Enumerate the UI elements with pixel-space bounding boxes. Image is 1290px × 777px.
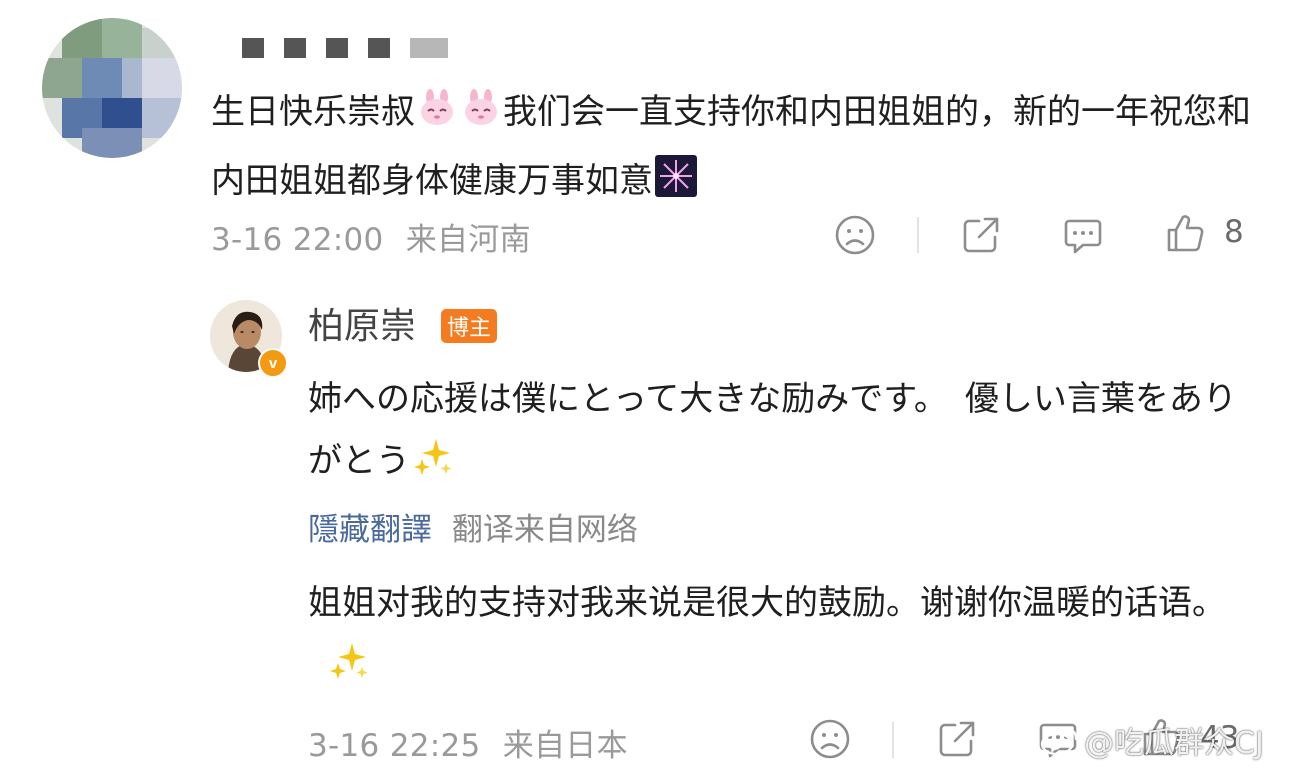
reply-text: 姉への応援は僕にとって大きな励みです。 優しい言葉をありがとう (308, 368, 1258, 497)
sparkles-icon (412, 435, 454, 497)
weibo-watermark: @吃瓜群众CJ (1040, 718, 1264, 762)
comment-timestamp: 3-16 22:00 (211, 222, 384, 258)
share-button[interactable] (958, 212, 1004, 258)
comment-icon (1064, 219, 1102, 254)
translation-bar: 隱藏翻譯 翻译来自网络 (308, 508, 638, 552)
like-button[interactable] (1162, 210, 1208, 256)
verified-badge-icon: v (258, 348, 288, 378)
translated-text-content: 姐姐对我的支持对我来说是很大的鼓励。谢谢你温暖的话语。 (308, 583, 1226, 623)
comment-text: 生日快乐崇叔 我们会一直支持你和内田姐姐的，新的一年祝您和内田姐姐都身体健康万事如… (211, 80, 1261, 218)
blogger-badge: 博主 (441, 309, 497, 343)
reply-location: 来自日本 (502, 728, 628, 764)
bunny-emoji (461, 85, 501, 149)
reply-meta: 3-16 22:25 来自日本 (308, 720, 628, 765)
weibo-logo-icon (1040, 728, 1078, 756)
translated-text: 姐姐对我的支持对我来说是很大的鼓励。谢谢你温暖的话语。 (308, 572, 1258, 701)
dislike-button[interactable] (832, 212, 878, 258)
reply-dislike-button[interactable] (807, 716, 853, 762)
hide-translation-link[interactable]: 隱藏翻譯 (308, 512, 432, 548)
share-icon (939, 721, 975, 757)
thumbs-up-icon (1167, 215, 1204, 252)
reply-button[interactable] (1059, 212, 1107, 258)
like-count: 8 (1224, 214, 1244, 250)
frown-icon (835, 215, 875, 255)
translation-source: 翻译来自网络 (451, 512, 638, 548)
share-icon (963, 217, 999, 253)
fireworks-emoji (655, 154, 697, 218)
comment-meta: 3-16 22:00 来自河南 (211, 214, 531, 259)
bunny-emoji (417, 85, 457, 149)
sparkles-icon (328, 639, 370, 701)
reply-timestamp: 3-16 22:25 (308, 728, 481, 764)
reply-author-name[interactable]: 柏原崇 (308, 303, 416, 351)
reply-share-button[interactable] (934, 716, 980, 762)
action-divider (892, 722, 894, 758)
watermark-text: @吃瓜群众CJ (1084, 726, 1264, 761)
frown-icon (810, 719, 850, 759)
action-divider (917, 217, 919, 253)
comment-text-part1: 生日快乐崇叔 (211, 92, 415, 132)
comment-location: 来自河南 (405, 222, 531, 258)
comment-thread: 生日快乐崇叔 我们会一直支持你和内田姐姐的，新的一年祝您和内田姐姐都身体健康万事如… (0, 0, 1290, 777)
commenter-avatar[interactable] (42, 18, 182, 158)
commenter-name-redacted[interactable] (242, 38, 448, 58)
